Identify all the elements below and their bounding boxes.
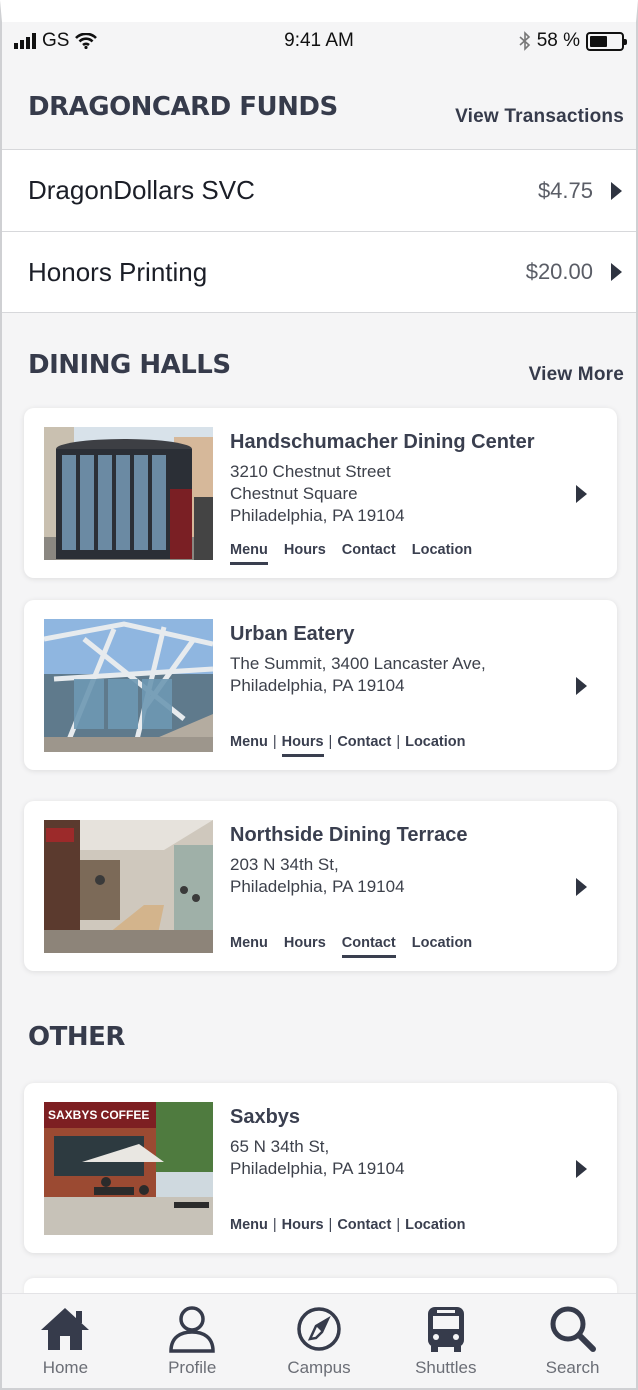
card-address: 3210 Chestnut Street Chestnut Square Phi… [230, 462, 405, 525]
status-bar: GS 9:41 AM 58 % [2, 22, 636, 60]
dining-card-northside[interactable]: Northside Dining Terrace 203 N 34th St, … [24, 801, 617, 971]
funds-section-title: DRAGONCARD FUNDS [28, 92, 338, 122]
card-title: Saxbys [230, 1106, 301, 1128]
chevron-right-icon [611, 181, 622, 200]
fund-amount: $4.75 [537, 177, 593, 203]
menu-link[interactable]: Menu [230, 935, 268, 956]
profile-icon [169, 1306, 215, 1353]
battery-icon [586, 31, 627, 51]
tab-home[interactable]: Home [10, 1304, 120, 1378]
fund-amount: $20.00 [525, 259, 593, 284]
hours-link[interactable]: Hours [284, 935, 326, 956]
view-transactions-link[interactable]: View Transactions [455, 106, 624, 128]
contact-link[interactable]: Contact [337, 734, 391, 755]
contact-link[interactable]: Contact [342, 542, 396, 563]
card-title: Handschumacher Dining Center [230, 431, 535, 453]
bottom-tab-bar: Home Profile Campus Shuttles Search [2, 1293, 636, 1388]
location-link[interactable]: Location [412, 542, 472, 563]
view-more-link[interactable]: View More [529, 364, 624, 386]
chevron-right-icon [576, 878, 587, 896]
fund-row-dragondollars[interactable]: DragonDollars SVC $4.75 [2, 149, 636, 231]
location-link[interactable]: Location [405, 734, 465, 755]
dining-card-urban-eatery[interactable]: Urban Eatery The Summit, 3400 Lancaster … [24, 600, 617, 770]
chevron-right-icon [576, 1160, 587, 1178]
saxbys-photo: SAXBYS COFFEE [44, 1102, 213, 1235]
hours-link[interactable]: Hours [282, 1217, 324, 1238]
saxbys-sign-text: SAXBYS COFFEE [48, 1108, 149, 1122]
urban-eatery-photo [44, 619, 213, 752]
card-links: Menu | Hours | Contact | Location [230, 734, 466, 757]
tab-profile[interactable]: Profile [137, 1304, 247, 1378]
contact-link[interactable]: Contact [341, 935, 396, 958]
card-title: Urban Eatery [230, 623, 355, 645]
home-icon [41, 1308, 90, 1350]
card-links: Menu | Hours | Contact | Location [230, 1217, 466, 1238]
card-address: 65 N 34th St, Philadelphia, PA 19104 [230, 1137, 405, 1178]
chevron-right-icon [611, 263, 622, 281]
northside-photo [44, 820, 213, 953]
location-link[interactable]: Location [412, 935, 472, 956]
fund-row-honors-printing[interactable]: Honors Printing $20.00 [2, 231, 636, 313]
dining-section-title: DINING HALLS [28, 350, 231, 380]
hours-link[interactable]: Hours [281, 734, 324, 757]
funds-section-header: DRAGONCARD FUNDS View Transactions [28, 92, 624, 127]
card-title: Northside Dining Terrace [230, 824, 468, 846]
tab-search[interactable]: Search [518, 1304, 628, 1378]
dining-card-handschumacher[interactable]: Handschumacher Dining Center 3210 Chestn… [24, 408, 617, 578]
other-section-header: OTHER [28, 1022, 624, 1052]
card-links: Menu Hours Contact Location [230, 935, 488, 958]
chevron-right-icon [576, 485, 587, 503]
tab-shuttles[interactable]: Shuttles [391, 1304, 501, 1378]
card-address: 203 N 34th St, Philadelphia, PA 19104 [230, 855, 405, 896]
compass-icon [297, 1307, 341, 1351]
menu-link[interactable]: Menu [230, 734, 268, 755]
contact-link[interactable]: Contact [337, 1217, 391, 1238]
dining-section-header: DINING HALLS View More [28, 350, 624, 385]
clock-label: 9:41 AM [284, 30, 354, 51]
card-address: The Summit, 3400 Lancaster Ave, Philadel… [230, 654, 486, 695]
other-section-title: OTHER [28, 1022, 125, 1052]
handschumacher-photo [44, 427, 213, 560]
funds-list: DragonDollars SVC $4.75 Honors Printing … [2, 149, 636, 313]
search-icon [550, 1306, 596, 1352]
bus-icon [427, 1307, 464, 1352]
menu-link[interactable]: Menu [230, 1217, 268, 1238]
chevron-right-icon [576, 677, 587, 695]
tab-campus[interactable]: Campus [264, 1304, 374, 1378]
hours-link[interactable]: Hours [284, 542, 326, 563]
fund-name: DragonDollars SVC [28, 175, 255, 205]
other-card-saxbys[interactable]: SAXBYS COFFEE Saxbys 65 N 34th St, Phila… [24, 1083, 617, 1253]
fund-name: Honors Printing [28, 256, 208, 287]
card-links: Menu Hours Contact Location [230, 542, 488, 565]
location-link[interactable]: Location [405, 1217, 465, 1238]
menu-link[interactable]: Menu [230, 542, 268, 565]
